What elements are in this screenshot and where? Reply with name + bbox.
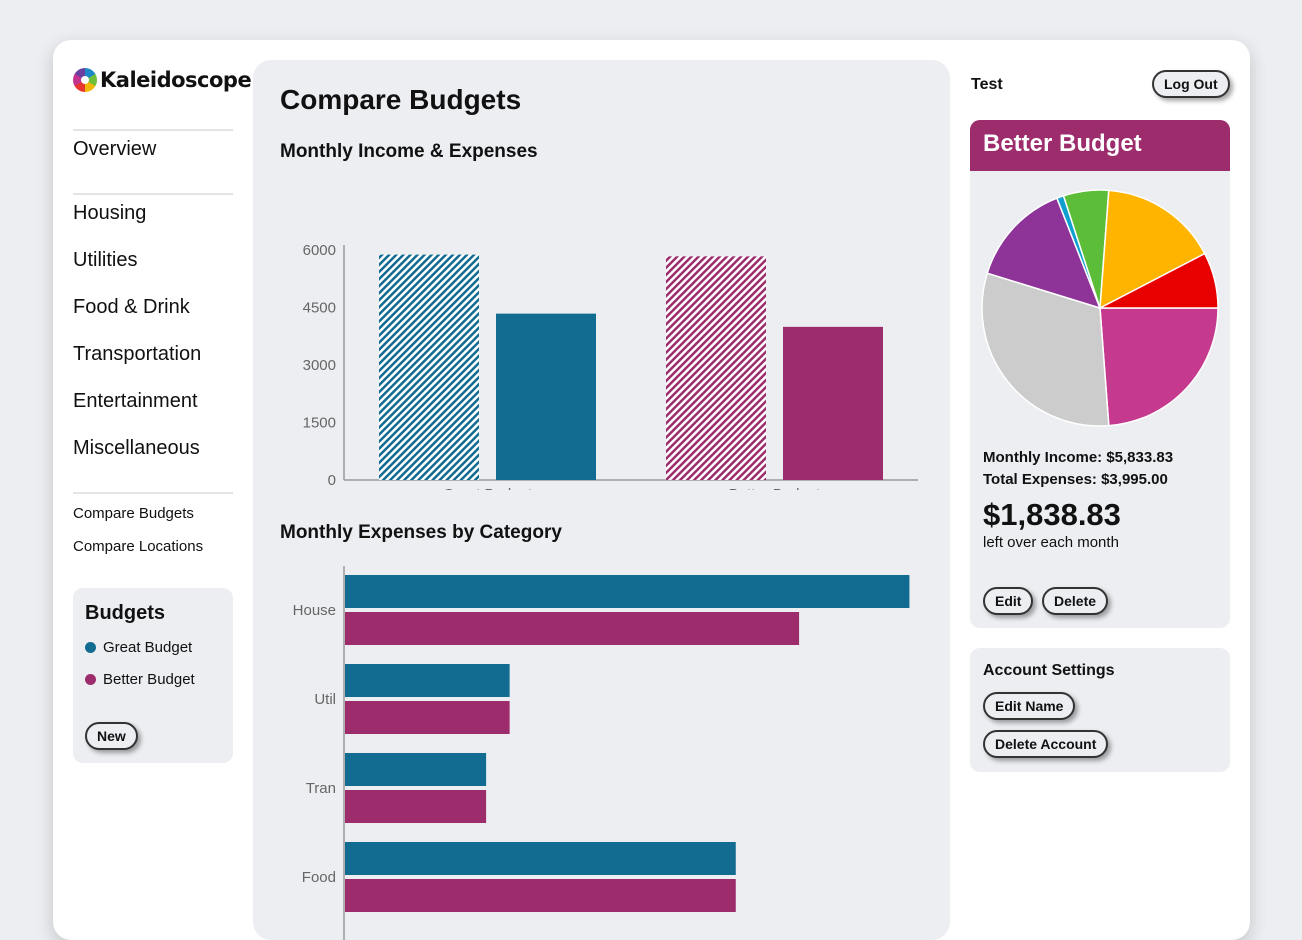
logout-button[interactable]: Log Out (1152, 70, 1230, 98)
leftover-amount: $1,838.83 (983, 497, 1121, 532)
app-window: Kaleidoscope Overview Housing Utilities … (53, 40, 1250, 940)
budgets-title: Budgets (85, 602, 165, 624)
budget-item-better[interactable]: Better Budget (85, 671, 195, 688)
account-settings-panel: Account Settings Edit Name Delete Accoun… (970, 648, 1230, 772)
main-content: Compare Budgets Monthly Income & Expense… (253, 60, 950, 940)
account-settings-title: Account Settings (983, 662, 1115, 679)
budgets-panel: Budgets Great Budget Better Budget New (73, 588, 233, 763)
category-label: Food (302, 869, 336, 886)
nav-transportation[interactable]: Transportation (73, 343, 201, 366)
category-bar (345, 612, 800, 645)
divider (73, 193, 233, 195)
y-tick-label: 0 (328, 472, 336, 489)
budget-card-title: Better Budget (970, 120, 1230, 171)
divider (73, 492, 233, 494)
monthly-income-text: Monthly Income: $5,833.83 (983, 449, 1174, 466)
y-tick-label: 4500 (303, 300, 336, 317)
category-label: Tran (306, 780, 336, 797)
expenses-by-category-title: Monthly Expenses by Category (280, 522, 562, 543)
pie-slice (1099, 307, 1219, 427)
budget-color-dot (85, 674, 96, 685)
logo-text: Kaleidoscope (100, 68, 252, 92)
nav-overview[interactable]: Overview (73, 138, 156, 161)
edit-budget-button[interactable]: Edit (983, 587, 1034, 615)
x-tick-label: Great Budget (443, 486, 533, 490)
nav-housing[interactable]: Housing (73, 202, 146, 225)
budget-item-great[interactable]: Great Budget (85, 639, 192, 656)
budget-detail-card: Better Budget Monthly Income: $5,833.83 … (970, 120, 1230, 628)
page-title: Compare Budgets (280, 84, 522, 115)
budget-item-label: Better Budget (103, 671, 195, 688)
new-budget-button[interactable]: New (85, 722, 138, 750)
y-tick-label: 6000 (303, 242, 336, 259)
category-bar (345, 753, 487, 786)
category-bar (345, 664, 510, 697)
delete-account-button[interactable]: Delete Account (983, 730, 1109, 758)
category-bar (345, 790, 487, 823)
leftover-caption: left over each month (983, 534, 1119, 551)
category-bar (345, 842, 736, 875)
user-name: Test (971, 76, 1003, 93)
divider (73, 129, 233, 131)
kaleidoscope-logo-icon (73, 68, 97, 92)
expenses-bar (783, 326, 883, 480)
category-bar (345, 879, 736, 912)
income-bar (379, 254, 479, 480)
income-bar (666, 256, 766, 480)
budget-color-dot (85, 642, 96, 653)
nav-entertainment[interactable]: Entertainment (73, 390, 198, 413)
category-bar (345, 701, 510, 734)
x-tick-label: Better Budget (729, 486, 822, 490)
nav-food-drink[interactable]: Food & Drink (73, 296, 190, 319)
nav-utilities[interactable]: Utilities (73, 249, 137, 272)
income-expenses-chart: 0 1500 3000 4500 6000 Great Budget Better Budg… (303, 242, 918, 490)
income-expenses-title: Monthly Income & Expenses (280, 141, 538, 162)
expenses-bar (496, 313, 596, 480)
category-label: Util (314, 691, 336, 708)
budget-item-label: Great Budget (103, 639, 193, 656)
nav-miscellaneous[interactable]: Miscellaneous (73, 437, 200, 460)
edit-name-button[interactable]: Edit Name (983, 692, 1076, 720)
budget-pie-chart (981, 189, 1219, 427)
category-label: House (293, 602, 336, 619)
total-expenses-text: Total Expenses: $3,995.00 (983, 471, 1168, 488)
nav-compare-locations[interactable]: Compare Locations (73, 538, 203, 555)
delete-budget-button[interactable]: Delete (1042, 587, 1109, 615)
expenses-by-category-chart: House Util Tran Food (293, 566, 910, 940)
y-tick-label: 3000 (303, 357, 336, 374)
y-tick-label: 1500 (303, 415, 336, 432)
nav-compare-budgets[interactable]: Compare Budgets (73, 505, 194, 522)
logo[interactable]: Kaleidoscope (73, 68, 252, 92)
category-bar (345, 575, 910, 608)
